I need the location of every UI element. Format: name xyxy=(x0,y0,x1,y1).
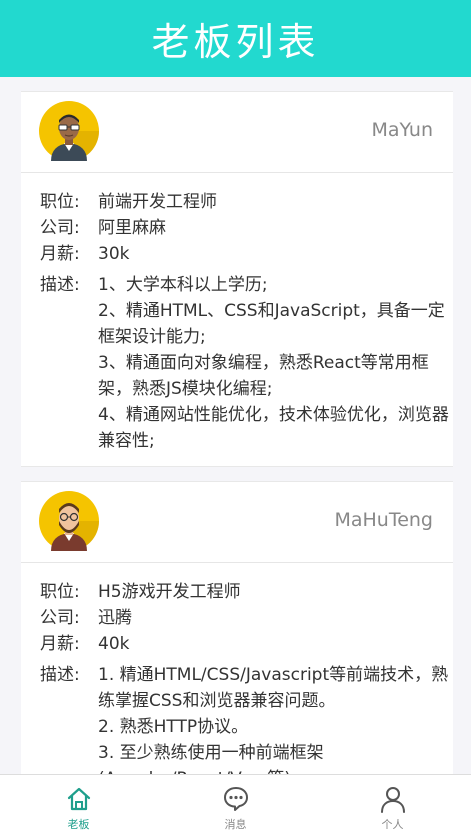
tab-label: 消息 xyxy=(224,818,247,831)
company-label: 公司: xyxy=(40,218,80,238)
position-value: 前端开发工程师 xyxy=(98,192,217,212)
description-row: 描述: 1. 精通HTML/CSS/Javascript等前端技术，熟练掌握CS… xyxy=(40,662,453,774)
salary-label: 月薪: xyxy=(40,634,80,654)
avatar xyxy=(39,101,99,161)
boss-name: MaYun xyxy=(371,119,433,141)
home-icon xyxy=(67,787,90,811)
user-icon xyxy=(380,787,405,813)
tab-label: 个人 xyxy=(381,818,404,831)
app-header: 老板列表 xyxy=(0,0,471,77)
boss-card[interactable]: MaHuTeng 职位: H5游戏开发工程师 公司: 迅腾 月薪: 40k 描述… xyxy=(21,481,453,774)
description-label: 描述: xyxy=(40,275,80,295)
description-value: 1、大学本科以上学历; 2、精通HTML、CSS和JavaScript，具备一定… xyxy=(98,275,449,451)
tab-boss[interactable]: 老板 xyxy=(0,775,157,837)
salary-row: 月薪: 30k xyxy=(40,241,453,267)
salary-row: 月薪: 40k xyxy=(40,631,453,657)
page-title: 老板列表 xyxy=(151,20,320,64)
company-label: 公司: xyxy=(40,608,80,628)
company-row: 公司: 迅腾 xyxy=(40,605,453,631)
position-row: 职位: H5游戏开发工程师 xyxy=(40,579,453,605)
company-value: 迅腾 xyxy=(98,608,132,628)
position-value: H5游戏开发工程师 xyxy=(98,582,241,602)
boss-card[interactable]: MaYun 职位: 前端开发工程师 公司: 阿里麻麻 月薪: 30k 描述: 1… xyxy=(21,91,453,467)
salary-value: 30k xyxy=(98,244,130,264)
tab-messages[interactable]: 消息 xyxy=(157,775,314,837)
boss-card-header: MaHuTeng xyxy=(21,482,453,563)
company-value: 阿里麻麻 xyxy=(98,218,166,238)
description-value: 1. 精通HTML/CSS/Javascript等前端技术，熟练掌握CSS和浏览… xyxy=(98,665,449,774)
tab-label: 老板 xyxy=(67,818,90,831)
boss-card-body: 职位: H5游戏开发工程师 公司: 迅腾 月薪: 40k 描述: 1. 精通HT… xyxy=(21,563,453,774)
message-icon xyxy=(223,787,248,811)
description-row: 描述: 1、大学本科以上学历; 2、精通HTML、CSS和JavaScript，… xyxy=(40,272,453,454)
boss-name: MaHuTeng xyxy=(334,509,433,531)
boss-card-header: MaYun xyxy=(21,92,453,173)
boss-list[interactable]: MaYun 职位: 前端开发工程师 公司: 阿里麻麻 月薪: 30k 描述: 1… xyxy=(0,77,471,774)
position-label: 职位: xyxy=(40,192,80,212)
company-row: 公司: 阿里麻麻 xyxy=(40,215,453,241)
bottom-tab-bar: 老板 消息 个人 xyxy=(0,774,471,837)
boss-card-body: 职位: 前端开发工程师 公司: 阿里麻麻 月薪: 30k 描述: 1、大学本科以… xyxy=(21,173,453,454)
position-row: 职位: 前端开发工程师 xyxy=(40,189,453,215)
salary-label: 月薪: xyxy=(40,244,80,264)
description-label: 描述: xyxy=(40,665,80,685)
position-label: 职位: xyxy=(40,582,80,602)
avatar xyxy=(39,491,99,551)
tab-profile[interactable]: 个人 xyxy=(314,775,471,837)
salary-value: 40k xyxy=(98,634,130,654)
